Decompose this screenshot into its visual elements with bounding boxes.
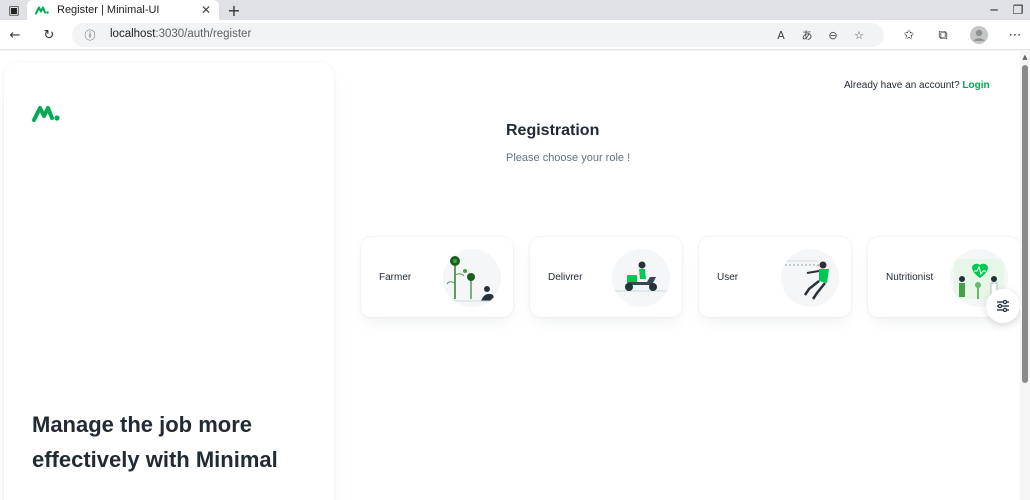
role-card-delivrer[interactable]: Delivrer (530, 237, 682, 317)
role-label: User (717, 272, 739, 283)
close-tab-icon[interactable]: ✕ (201, 3, 211, 17)
role-label: Delivrer (548, 272, 583, 283)
role-card-user[interactable]: User (699, 237, 851, 317)
user-illustration-icon (781, 249, 839, 307)
farmer-illustration-icon (443, 249, 501, 307)
new-tab-button[interactable]: + (224, 0, 244, 20)
role-card-farmer[interactable]: Farmer (361, 237, 513, 317)
scroll-up-icon[interactable]: ▲ (1021, 53, 1029, 61)
role-label: Nutritionist (886, 272, 934, 283)
refresh-icon[interactable]: ↻ (38, 24, 60, 46)
login-prompt-text: Already have an account? (844, 80, 960, 91)
profile-avatar-icon[interactable] (968, 24, 990, 46)
page-subtitle: Please choose your role ! (506, 152, 631, 164)
read-aloud-icon[interactable]: A (772, 26, 790, 44)
browser-toolbar: ← ↻ ⓘ localhost:3030/auth/register A あ ⊖… (0, 20, 1030, 50)
tab-actions-icon[interactable]: ▣ (0, 0, 28, 20)
scroll-thumb[interactable] (1022, 65, 1028, 383)
minimal-logo-icon[interactable] (32, 104, 60, 122)
back-icon[interactable]: ← (4, 24, 26, 46)
settings-sliders-icon (997, 300, 1009, 312)
role-label: Farmer (379, 272, 412, 283)
tab-strip: ▣ Register | Minimal-UI ✕ + ─ ❐ (0, 0, 1030, 20)
minimal-logo-icon (35, 6, 49, 15)
tab-title: Register | Minimal-UI (57, 4, 160, 16)
hero-title: Manage the job more effectively with Min… (32, 412, 278, 472)
page-scrollbar[interactable]: ▲ (1020, 51, 1030, 500)
settings-fab-button[interactable] (986, 289, 1020, 323)
restore-icon[interactable]: ❐ (1004, 0, 1030, 20)
page-title: Registration (506, 122, 600, 139)
site-info-icon[interactable]: ⓘ (82, 27, 98, 43)
translate-icon[interactable]: あ (798, 26, 816, 44)
browser-tab[interactable]: Register | Minimal-UI ✕ (27, 0, 219, 20)
collections-icon[interactable]: ⧉ (932, 24, 954, 46)
zoom-out-icon[interactable]: ⊖ (824, 26, 842, 44)
more-menu-icon[interactable]: ⋯ (1004, 24, 1026, 46)
address-url: localhost:3030/auth/register (110, 28, 252, 40)
favorite-star-icon[interactable]: ☆ (850, 26, 868, 44)
address-bar[interactable]: ⓘ localhost:3030/auth/register A あ ⊖ ☆ (72, 23, 884, 47)
hero-card: Manage the job more effectively with Min… (4, 62, 334, 500)
login-link[interactable]: Login (962, 80, 989, 91)
delivery-scooter-illustration-icon (612, 249, 670, 307)
login-prompt: Already have an account? Login (844, 80, 990, 91)
page-viewport: Manage the job more effectively with Min… (0, 51, 1030, 500)
favorites-icon[interactable]: ✩ (898, 24, 920, 46)
